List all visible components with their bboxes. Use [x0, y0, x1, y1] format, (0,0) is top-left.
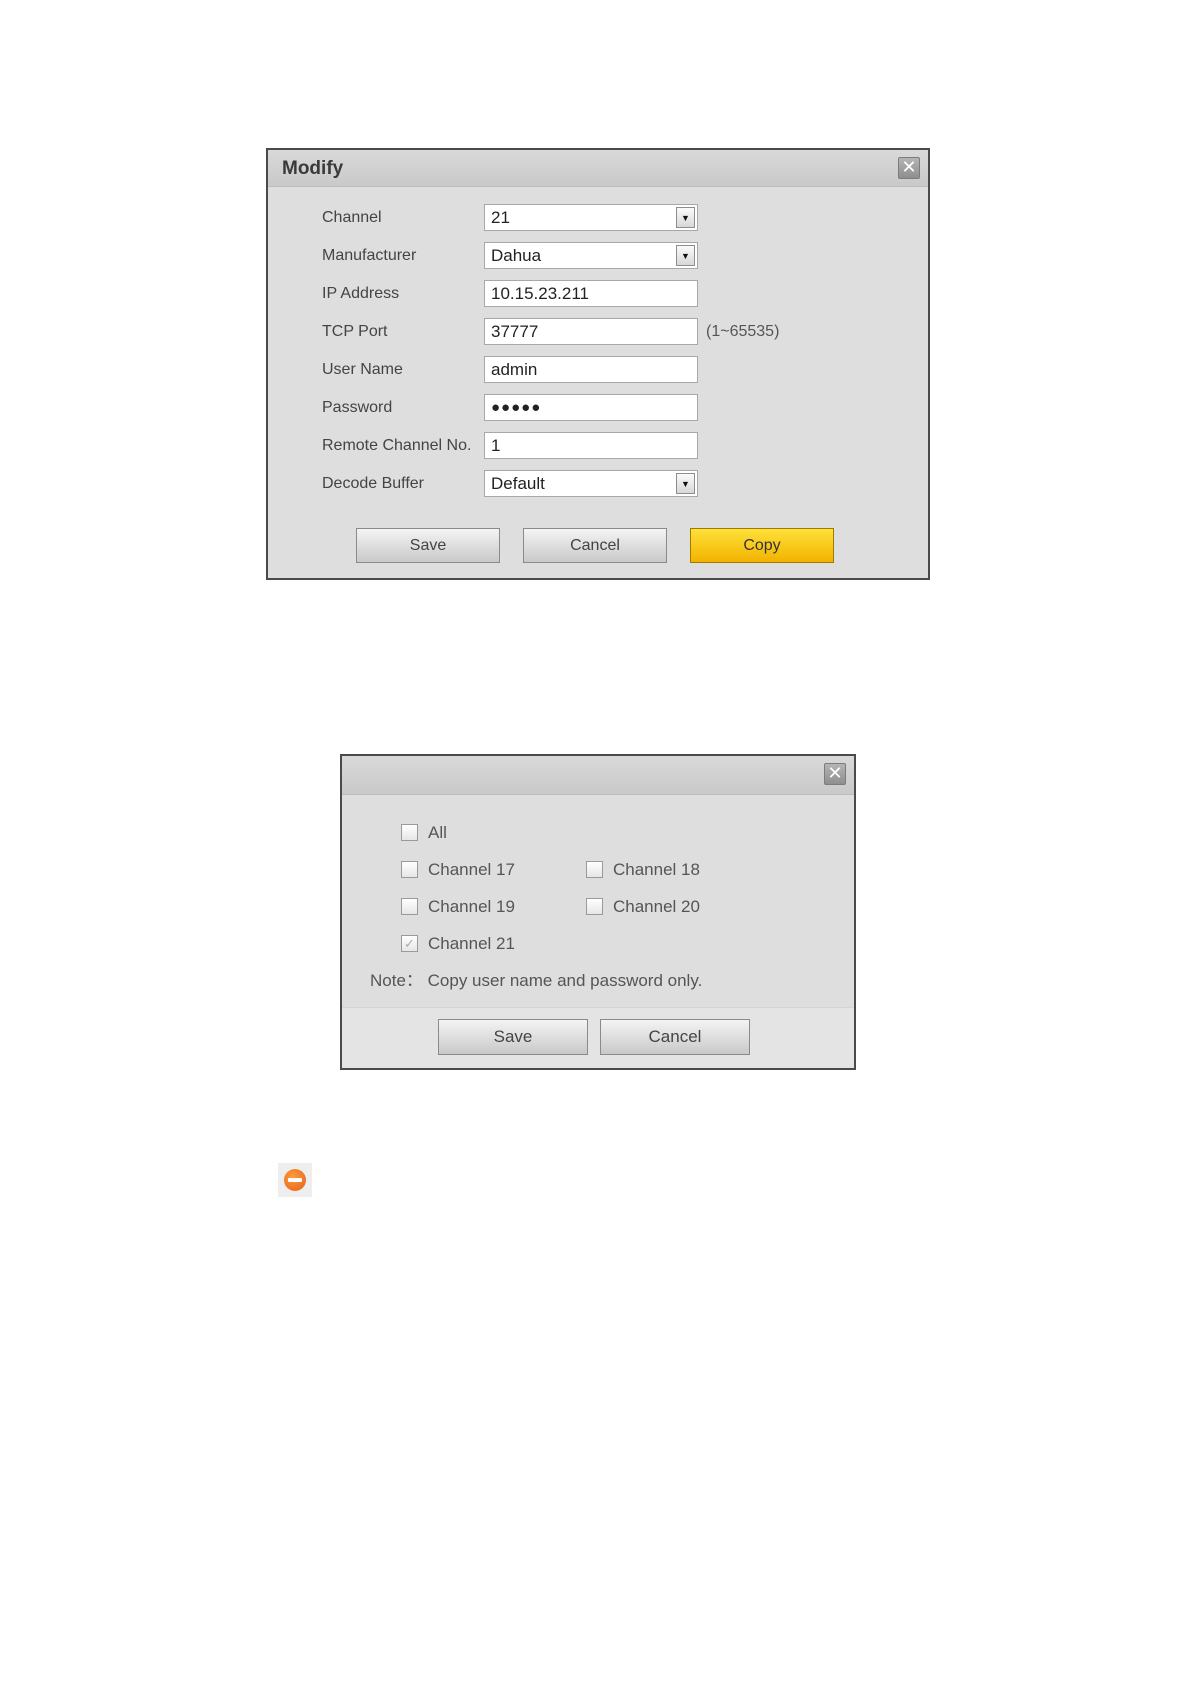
decode-buffer-select-value: Default: [491, 474, 545, 493]
option-channel-18-label: Channel 18: [613, 860, 700, 879]
ip-address-row: IP Address 10.15.23.211: [268, 280, 928, 310]
tcp-port-range-hint: (1~65535): [706, 323, 780, 340]
tcp-port-row: TCP Port 37777 (1~65535): [268, 318, 928, 348]
copy-dialog: ✕ All Channel 17 Channel 18 Channel 19 C…: [340, 754, 856, 1070]
password-input[interactable]: ●●●●●: [484, 394, 698, 421]
ip-address-input[interactable]: 10.15.23.211: [484, 280, 698, 307]
modify-dialog-title: Modify: [282, 158, 344, 179]
user-name-row: User Name admin: [268, 356, 928, 386]
checkbox-channel-17[interactable]: [401, 861, 418, 878]
password-row: Password ●●●●●: [268, 394, 928, 424]
remote-channel-label: Remote Channel No.: [322, 437, 472, 454]
remote-channel-row: Remote Channel No. 1: [268, 432, 928, 462]
copy-note: Note： Copy user name and password only.: [370, 971, 703, 990]
copy-button[interactable]: Copy: [690, 528, 834, 563]
manufacturer-select-value: Dahua: [491, 246, 542, 265]
chevron-down-icon[interactable]: ▼: [676, 207, 695, 228]
ip-address-label: IP Address: [322, 285, 400, 302]
copy-dialog-titlebar[interactable]: ✕: [342, 756, 854, 795]
chevron-down-icon[interactable]: ▼: [676, 245, 695, 266]
checkbox-channel-20[interactable]: [586, 898, 603, 915]
channel-select[interactable]: 21 ▼: [484, 204, 698, 231]
checkbox-channel-18[interactable]: [586, 861, 603, 878]
modify-dialog-titlebar[interactable]: Modify ✕: [268, 150, 928, 187]
option-channel-21-label: Channel 21: [428, 934, 515, 953]
close-icon[interactable]: ✕: [898, 157, 920, 179]
checkbox-all[interactable]: [401, 824, 418, 841]
decode-buffer-select[interactable]: Default ▼: [484, 470, 698, 497]
copy-dialog-footer: Save Cancel: [342, 1007, 854, 1068]
decode-buffer-label: Decode Buffer: [322, 475, 424, 492]
cancel-button[interactable]: Cancel: [600, 1019, 750, 1055]
channel-row: Channel 21 ▼: [268, 204, 928, 234]
checkbox-channel-21[interactable]: ✓: [401, 935, 418, 952]
modify-dialog: Modify ✕ Channel 21 ▼ Manufacturer Dahua…: [266, 148, 930, 580]
user-name-input[interactable]: admin: [484, 356, 698, 383]
decode-buffer-row: Decode Buffer Default ▼: [268, 470, 928, 500]
password-label: Password: [322, 399, 393, 416]
tcp-port-label: TCP Port: [322, 323, 388, 340]
manufacturer-label: Manufacturer: [322, 247, 417, 264]
manufacturer-select[interactable]: Dahua ▼: [484, 242, 698, 269]
remove-icon-container: [278, 1163, 312, 1197]
manufacturer-row: Manufacturer Dahua ▼: [268, 242, 928, 272]
option-channel-20-label: Channel 20: [613, 897, 700, 916]
remote-channel-input[interactable]: 1: [484, 432, 698, 459]
save-button[interactable]: Save: [438, 1019, 588, 1055]
remove-icon[interactable]: [284, 1169, 306, 1191]
option-channel-19-label: Channel 19: [428, 897, 515, 916]
cancel-button[interactable]: Cancel: [523, 528, 667, 563]
tcp-port-input[interactable]: 37777: [484, 318, 698, 345]
option-channel-17-label: Channel 17: [428, 860, 515, 879]
close-icon[interactable]: ✕: [824, 763, 846, 785]
channel-label: Channel: [322, 209, 382, 226]
user-name-label: User Name: [322, 361, 403, 378]
save-button[interactable]: Save: [356, 528, 500, 563]
chevron-down-icon[interactable]: ▼: [676, 473, 695, 494]
option-all-label: All: [428, 823, 447, 842]
checkbox-channel-19[interactable]: [401, 898, 418, 915]
channel-select-value: 21: [491, 208, 510, 227]
